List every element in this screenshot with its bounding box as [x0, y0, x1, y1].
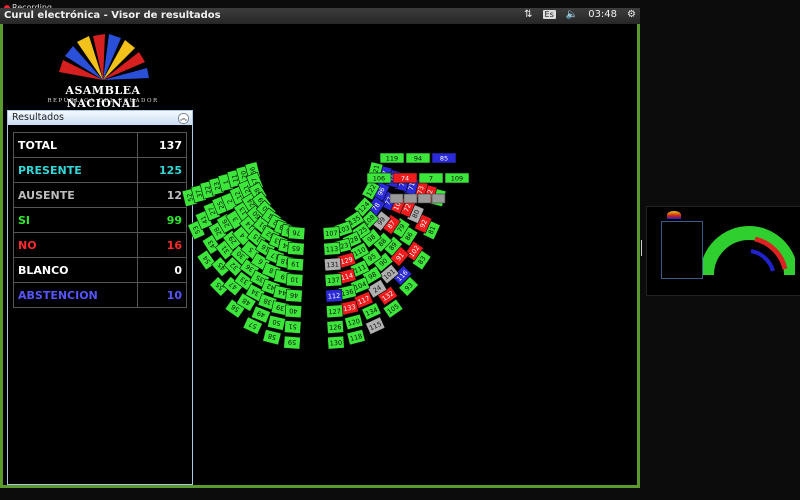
network-icon[interactable]: ⇅ [524, 9, 532, 20]
seat[interactable]: 137 [324, 273, 343, 287]
seat[interactable]: 130 [327, 335, 345, 350]
seat-number: 65 [292, 244, 301, 253]
seat[interactable]: 46 [285, 288, 303, 303]
app-window: Curul electrónica - Visor de resultados … [0, 8, 640, 488]
seat-number: 107 [325, 229, 338, 238]
seat[interactable]: 50 [267, 314, 287, 331]
thumbnail-logo-icon [667, 211, 681, 219]
seat-number: 109 [451, 175, 463, 183]
thumbnail-results-panel [661, 221, 703, 279]
seat[interactable]: 126 [326, 320, 345, 334]
seat[interactable]: 19 [286, 257, 305, 272]
clock[interactable]: 03:48 [588, 9, 617, 20]
seat[interactable]: 40 [284, 304, 303, 319]
seat-number: 59 [288, 338, 297, 347]
seat-number: 19 [291, 260, 300, 269]
seat-number: 113 [326, 245, 339, 254]
seat-number: 130 [329, 339, 342, 348]
seat-number: 74 [401, 175, 409, 183]
seat[interactable]: 112 [325, 288, 343, 303]
seat-number: 106 [373, 175, 385, 183]
keyboard-layout-indicator[interactable]: Es [542, 10, 556, 19]
thumbnail-seating-chart [703, 226, 795, 276]
front-seat[interactable]: 106 [366, 172, 392, 184]
volume-icon[interactable]: 🔈 [566, 9, 578, 20]
seat-number: 112 [328, 292, 341, 301]
seat-number: 126 [329, 323, 342, 332]
title-bar[interactable]: Curul electrónica - Visor de resultados … [0, 8, 640, 24]
front-seat[interactable]: 7 [418, 172, 444, 184]
front-seat[interactable]: 85 [431, 152, 457, 164]
seat-number: 85 [440, 155, 448, 163]
seat[interactable]: 113 [323, 241, 341, 256]
seat-number: 137 [327, 276, 340, 285]
seat-number: 39 [275, 303, 285, 313]
settings-gear-icon[interactable]: ⚙ [627, 9, 636, 20]
seat[interactable]: 127 [325, 304, 344, 319]
seat-number: 119 [386, 155, 398, 163]
seat-number: 44 [277, 288, 287, 298]
seat[interactable]: 76 [287, 226, 306, 240]
seat-number: 7 [429, 175, 433, 183]
seat[interactable]: 10 [285, 273, 304, 287]
front-seat[interactable]: 109 [444, 172, 470, 184]
seat[interactable]: 65 [287, 241, 305, 256]
seat[interactable]: 58 [262, 328, 282, 346]
seat[interactable]: 120 [344, 313, 364, 331]
window-title: Curul electrónica - Visor de resultados [4, 10, 221, 21]
seat[interactable]: 131 [323, 257, 342, 272]
seat[interactable]: 51 [283, 320, 302, 334]
front-seat[interactable]: 74 [392, 172, 418, 184]
seat-number: 127 [328, 307, 341, 316]
seat[interactable]: 118 [346, 328, 366, 346]
front-seat[interactable]: 119 [379, 152, 405, 164]
panel-divider[interactable] [641, 240, 642, 256]
seating-chart: 52535455565758593741434547484950 51222728… [181, 152, 470, 350]
front-seat[interactable]: 94 [405, 152, 431, 164]
seat-number: 94 [414, 155, 422, 163]
seat-number: 51 [288, 322, 297, 331]
seat-number: 76 [292, 228, 301, 237]
seat[interactable]: 59 [283, 335, 301, 350]
seat-number: 10 [290, 275, 299, 284]
seat-number: 46 [290, 291, 299, 300]
viewer-area: ASAMBLEA NACIONAL REPÚBLICA DEL ECUADOR … [3, 24, 637, 485]
seat[interactable]: 107 [322, 226, 341, 240]
seat-number: 131 [326, 260, 339, 269]
seat-number: 40 [289, 307, 298, 316]
preview-thumbnail[interactable] [646, 206, 800, 296]
system-tray: ⇅ Es 🔈 03:48 ⚙ [524, 9, 636, 20]
